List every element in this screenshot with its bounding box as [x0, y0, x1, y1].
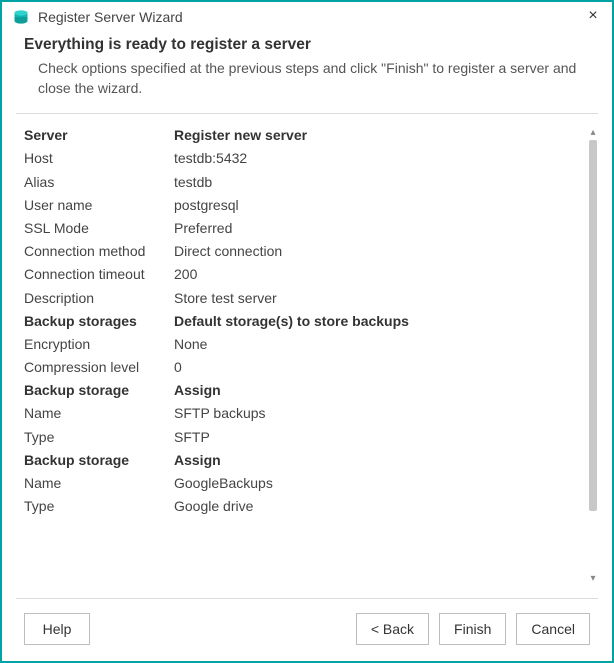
summary-label: Server	[24, 127, 174, 143]
footer: Help < Back Finish Cancel	[16, 598, 598, 661]
summary-label: SSL Mode	[24, 220, 174, 236]
summary-value: 200	[174, 266, 584, 282]
summary-value: postgresql	[174, 197, 584, 213]
summary-value: Store test server	[174, 290, 584, 306]
summary-label: Description	[24, 290, 174, 306]
scrollbar-track[interactable]	[589, 140, 597, 572]
summary-scroll[interactable]: ServerRegister new serverHosttestdb:5432…	[24, 124, 584, 590]
summary-label: Type	[24, 429, 174, 445]
app-icon	[12, 8, 30, 26]
summary-row: Backup storageAssign	[24, 448, 584, 471]
summary-label: Connection method	[24, 243, 174, 259]
summary-row: NameSFTP backups	[24, 402, 584, 425]
summary-row: Connection methodDirect connection	[24, 240, 584, 263]
summary-label: Host	[24, 150, 174, 166]
window-title: Register Server Wizard	[38, 9, 584, 25]
scrollbar: ▴ ▾	[588, 128, 598, 584]
scroll-up-icon[interactable]: ▴	[588, 128, 598, 138]
summary-area: ServerRegister new serverHosttestdb:5432…	[2, 114, 612, 598]
summary-row: DescriptionStore test server	[24, 286, 584, 309]
scrollbar-thumb[interactable]	[589, 140, 597, 512]
summary-label: Compression level	[24, 359, 174, 375]
summary-value: SFTP	[174, 429, 584, 445]
summary-row: Compression level0	[24, 355, 584, 378]
wizard-window: Register Server Wizard × Everything is r…	[0, 0, 614, 663]
finish-button[interactable]: Finish	[439, 613, 506, 645]
summary-value: Preferred	[174, 220, 584, 236]
summary-value: Register new server	[174, 127, 584, 143]
summary-label: Type	[24, 498, 174, 514]
summary-row: TypeSFTP	[24, 425, 584, 448]
scroll-down-icon[interactable]: ▾	[588, 574, 598, 584]
summary-row: Hosttestdb:5432	[24, 147, 584, 170]
summary-label: Encryption	[24, 336, 174, 352]
summary-value: Google drive	[174, 498, 584, 514]
summary-label: User name	[24, 197, 174, 213]
summary-value: None	[174, 336, 584, 352]
summary-row: Backup storageAssign	[24, 379, 584, 402]
summary-value: 0	[174, 359, 584, 375]
summary-label: Backup storages	[24, 313, 174, 329]
titlebar: Register Server Wizard ×	[2, 2, 612, 30]
wizard-header: Everything is ready to register a server…	[2, 30, 612, 113]
summary-row: Backup storagesDefault storage(s) to sto…	[24, 309, 584, 332]
summary-row: NameGoogleBackups	[24, 471, 584, 494]
page-subheading: Check options specified at the previous …	[24, 58, 590, 99]
cancel-button[interactable]: Cancel	[516, 613, 590, 645]
summary-table: ServerRegister new serverHosttestdb:5432…	[24, 124, 584, 518]
summary-row: TypeGoogle drive	[24, 495, 584, 518]
summary-value: Default storage(s) to store backups	[174, 313, 584, 329]
summary-row: EncryptionNone	[24, 332, 584, 355]
summary-row: SSL ModePreferred	[24, 216, 584, 239]
help-button[interactable]: Help	[24, 613, 90, 645]
summary-value: testdb:5432	[174, 150, 584, 166]
summary-label: Backup storage	[24, 452, 174, 468]
summary-row: ServerRegister new server	[24, 124, 584, 147]
summary-value: testdb	[174, 174, 584, 190]
summary-value: GoogleBackups	[174, 475, 584, 491]
summary-row: Connection timeout200	[24, 263, 584, 286]
summary-label: Name	[24, 405, 174, 421]
page-heading: Everything is ready to register a server	[24, 36, 590, 54]
close-icon[interactable]: ×	[584, 8, 602, 26]
summary-label: Name	[24, 475, 174, 491]
summary-row: Aliastestdb	[24, 170, 584, 193]
summary-value: Direct connection	[174, 243, 584, 259]
summary-label: Alias	[24, 174, 174, 190]
summary-value: Assign	[174, 452, 584, 468]
summary-label: Connection timeout	[24, 266, 174, 282]
back-button[interactable]: < Back	[356, 613, 429, 645]
summary-row: User namepostgresql	[24, 193, 584, 216]
summary-label: Backup storage	[24, 382, 174, 398]
summary-value: SFTP backups	[174, 405, 584, 421]
summary-value: Assign	[174, 382, 584, 398]
